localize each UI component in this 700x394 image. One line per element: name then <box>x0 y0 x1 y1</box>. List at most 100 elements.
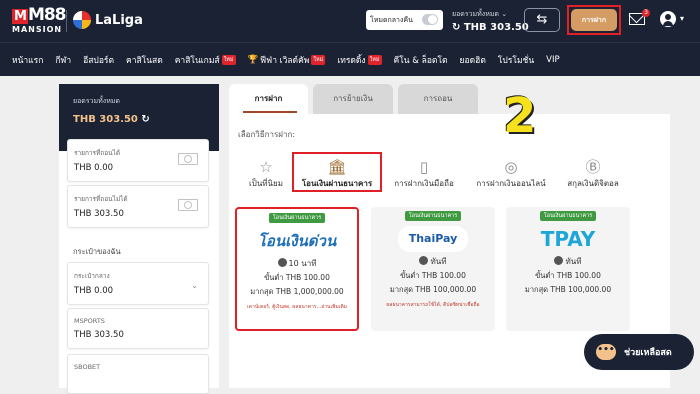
chevron-down-icon[interactable]: ⌄ <box>191 281 198 290</box>
method-bank-transfer[interactable]: 🏛 โอนเงินผ่านธนาคาร <box>292 152 382 192</box>
live-help-label: ช่วยเหลือสด <box>624 348 672 358</box>
channel-min: ขั้นต่ำ THB 100.00 <box>264 273 330 282</box>
laliga-icon <box>73 11 91 29</box>
laliga-text: LaLiga <box>95 12 143 28</box>
channel-min: ขั้นต่ำ THB 100.00 <box>535 271 601 280</box>
top-bar: M M88 MANSION LaLiga โหมดกลางคืน ยอดรวมทั… <box>0 0 700 42</box>
toggle-switch-icon[interactable] <box>422 14 438 25</box>
method-online[interactable]: ◎ การฝากเงินออนไลน์ <box>466 157 556 190</box>
chevron-down-icon[interactable]: ▾ <box>680 14 684 23</box>
swap-arrows-icon: ⇆ <box>536 12 548 27</box>
mobile-icon: ▯ <box>419 158 429 176</box>
top-balance-label: ยอดรวมทั้งหมด ⌄ <box>452 10 508 18</box>
method-label: การฝากเงินออนไลน์ <box>476 179 546 188</box>
method-mobile[interactable]: ▯ การฝากเงินมือถือ <box>379 157 469 190</box>
nav-item-keno-lotto[interactable]: คีโน & ล็อตโต <box>394 53 448 67</box>
bank-icon: 🏛 <box>327 158 347 176</box>
nav-item-casino-games[interactable]: คาสิโนเกมส์ ใหม่ <box>175 53 236 67</box>
new-badge: ใหม่ <box>311 54 326 65</box>
deposit-button-highlight: การฝาก <box>567 5 621 35</box>
trophy-icon: 🏆 <box>247 54 259 65</box>
refresh-icon[interactable]: ↻ <box>141 114 149 125</box>
tab-label: การถอน <box>423 94 453 103</box>
logo-text: M88 <box>27 5 67 25</box>
top-balance-value: ↻ THB 303.50 <box>452 22 529 33</box>
channel-max: มากสุด THB 100,000.00 <box>524 285 612 294</box>
method-label: โอนเงินผ่านธนาคาร <box>301 179 373 188</box>
channel-time: ทันที <box>371 255 495 268</box>
night-mode-toggle[interactable]: โหมดกลางคืน <box>366 10 443 30</box>
my-wallets-title: กระเป๋าของฉัน <box>73 247 121 256</box>
channel-tag: โอนเงินผ่านธนาคาร <box>404 211 462 221</box>
nav-label: ยอดฮิต <box>459 55 486 66</box>
user-avatar-icon[interactable] <box>660 11 676 27</box>
wallet-name: กระเป๋ากลาง <box>74 272 110 280</box>
nav-label: ฟีฟ่า เวิลด์คัพ <box>260 55 310 66</box>
cash-icon <box>178 153 198 165</box>
nav-item-world-cup[interactable]: 🏆 ฟีฟ่า เวิลด์คัพ ใหม่ <box>248 53 326 67</box>
nav-item-sports[interactable]: กีฬา <box>55 53 71 67</box>
nav-label: คาสิโนเกมส์ <box>174 55 220 66</box>
laliga-logo[interactable]: LaLiga <box>73 11 143 29</box>
nav-label: อีสปอร์ต <box>83 55 115 66</box>
channel-note: ผลธนาคารสามารถใช้ได้, ดีปอซิทน่าเชื่อถือ <box>386 302 480 308</box>
transfer-button[interactable]: ⇆ <box>524 8 560 32</box>
choose-method-label: เลือกวิธีการฝาก: <box>238 130 296 139</box>
nav-item-live-casino[interactable]: คาสิโนสด <box>126 53 163 67</box>
m88-logo-mark: M <box>12 9 28 24</box>
wallet-card[interactable]: กระเป๋ากลาง THB 0.00 ⌄ <box>67 262 209 305</box>
night-mode-label: โหมดกลางคืน <box>370 15 413 24</box>
channel-max: มากสุด THB 1,000,000.00 <box>250 287 344 296</box>
channel-card-tpay[interactable]: โอนเงินผ่านธนาคาร TPAY ทันที ขั้นต่ำ THB… <box>506 207 630 331</box>
nav-item-home[interactable]: หน้าแรก <box>12 53 43 67</box>
nav-label: หน้าแรก <box>12 55 44 66</box>
globe-icon: ◎ <box>504 158 518 176</box>
non-withdrawable-card: รายการที่ถอนไม่ได้ THB 303.50 <box>67 185 209 228</box>
tab-transfer[interactable]: การย้ายเงิน <box>313 84 393 114</box>
channel-time: 10 นาที <box>237 257 357 270</box>
tpay-logo: TPAY <box>540 227 596 251</box>
tab-deposit[interactable]: การฝาก <box>229 84 308 114</box>
deposit-button[interactable]: การฝาก <box>571 9 617 31</box>
live-help-button[interactable]: ••• ช่วยเหลือสด <box>584 334 694 370</box>
wallet-value: THB 303.50 <box>74 330 124 340</box>
channel-note: เคาน์เตอร์, ตู้เงินสด, ผลธนาคาร...อ่านเพ… <box>246 304 348 310</box>
nav-item-popular[interactable]: ยอดฮิต <box>460 53 486 67</box>
channel-card-thaipay[interactable]: โอนเงินผ่านธนาคาร ThaiPay ทันที ขั้นต่ำ … <box>371 207 495 331</box>
logo-sub: MANSION <box>12 25 63 34</box>
wallet-card[interactable]: MSPORTS THB 303.50 <box>67 308 209 349</box>
top-balance[interactable]: ยอดรวมทั้งหมด ⌄ ↻ THB 303.50 <box>452 9 529 33</box>
nav-label: เทรดดิ้ง <box>337 55 366 66</box>
mail-count-badge: 3 <box>642 9 650 17</box>
nav-item-promotions[interactable]: โปรโมชั่น <box>498 53 534 67</box>
tab-label: การย้ายเงิน <box>333 94 373 103</box>
wallet-name: MSPORTS <box>74 317 105 325</box>
locked-cash-icon <box>178 199 198 211</box>
withdrawable-card: รายการที่ถอนได้ THB 0.00 <box>67 139 209 182</box>
channel-tag: โอนเงินผ่านธนาคาร <box>539 211 597 221</box>
wallet-value: THB 0.00 <box>74 286 114 296</box>
nav-item-vip[interactable]: VIP <box>546 55 559 65</box>
tab-withdraw[interactable]: การถอน <box>398 84 478 114</box>
thaipay-logo: ThaiPay <box>398 226 468 252</box>
channel-card-express[interactable]: โอนเงินผ่านธนาคาร โอนเงินด่วน 10 นาที ขั… <box>235 207 359 331</box>
nav-item-trading[interactable]: เทรดดิ้ง ใหม่ <box>337 53 382 67</box>
m88-logo[interactable]: M M88 MANSION <box>12 7 67 37</box>
active-tab-indicator <box>243 111 297 113</box>
main-nav: หน้าแรก กีฬา อีสปอร์ต คาสิโนสด คาสิโนเกม… <box>0 42 700 76</box>
clock-icon <box>277 258 287 267</box>
total-balance-label: ยอดรวมทั้งหมด <box>73 97 120 105</box>
bitcoin-icon: Ⓑ <box>585 158 601 176</box>
nav-item-esports[interactable]: อีสปอร์ต <box>83 53 114 67</box>
method-crypto[interactable]: Ⓑ สกุลเงินดิจิตอล <box>548 157 638 190</box>
method-label: สกุลเงินดิจิตอล <box>567 179 619 188</box>
new-badge: ใหม่ <box>367 54 382 65</box>
wallet-sidebar: ยอดรวมทั้งหมด THB 303.50 ↻ รายการที่ถอนไ… <box>59 84 219 394</box>
nav-label: VIP <box>546 54 560 65</box>
wallet-card[interactable]: SBOBET <box>67 354 209 394</box>
nav-label: คีโน & ล็อตโต <box>393 55 448 66</box>
method-label: การฝากเงินมือถือ <box>394 179 454 188</box>
nav-label: คาสิโนสด <box>126 55 163 66</box>
nav-label: กีฬา <box>55 55 72 66</box>
channel-min: ขั้นต่ำ THB 100.00 <box>400 271 466 280</box>
